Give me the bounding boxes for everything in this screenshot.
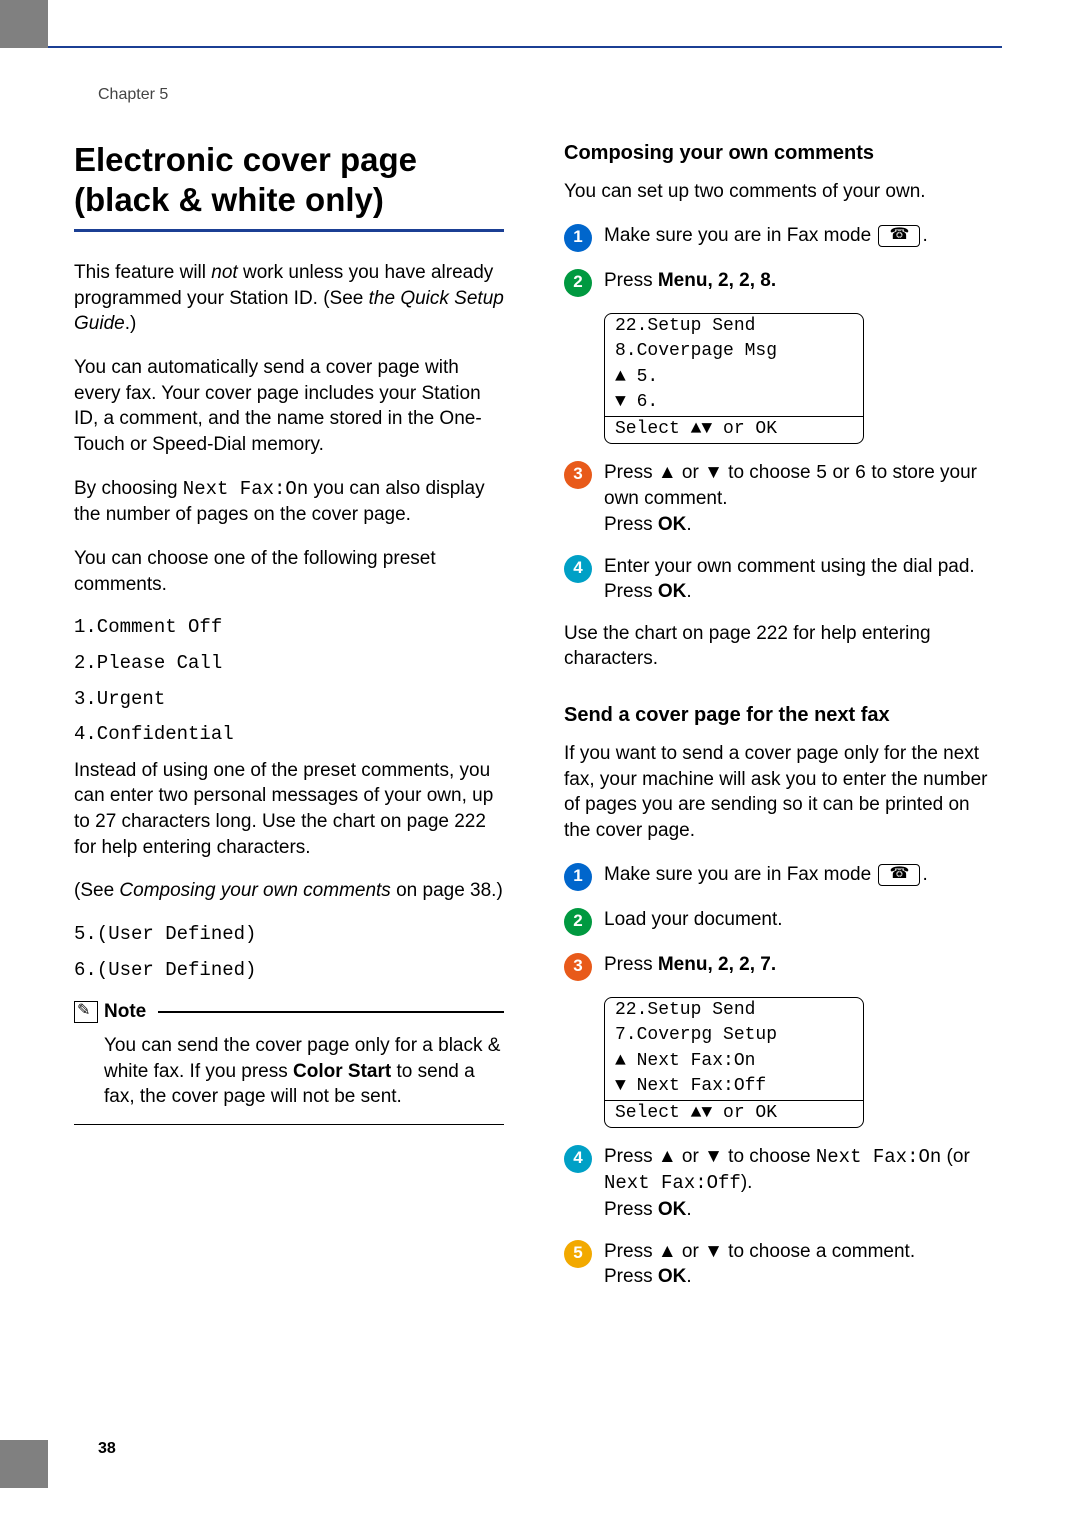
step-badge-4: 4 [564,555,592,583]
sec1-step4: 4 Enter your own comment using the dial … [564,554,994,605]
intro-p6: (See Composing your own comments on page… [74,878,504,904]
intro-p4: You can choose one of the following pres… [74,546,504,597]
sec1-step3: 3 Press ▲ or ▼ to choose 5 or 6 to store… [564,460,994,538]
note-head: Note [74,999,504,1025]
sec2-step3-body: Press Menu, 2, 2, 7. [604,952,994,978]
preset-1: 1.Comment Off [74,615,504,641]
sec1-step3-body: Press ▲ or ▼ to choose 5 or 6 to store y… [604,460,994,538]
sec1-step2-body: Press Menu, 2, 2, 8. [604,268,994,294]
step-badge-5: 5 [564,1240,592,1268]
step-badge-1b: 1 [564,863,592,891]
note-body: You can send the cover page only for a b… [74,1025,504,1124]
intro-p1: This feature will not work unless you ha… [74,260,504,337]
sec1-outro: Use the chart on page 222 for help enter… [564,621,994,672]
note-bottom-rule [74,1124,504,1125]
step-badge-3: 3 [564,461,592,489]
lcd-display-1: 22.Setup Send 8.Coverpage Msg ▲ 5. ▼ 6. … [604,313,864,444]
sec1-step2: 2 Press Menu, 2, 2, 8. [564,268,994,297]
manual-page: Chapter 5 Electronic cover page (black &… [0,0,1080,1526]
note-block: Note You can send the cover page only fo… [74,999,504,1125]
content-columns: Electronic cover page (black & white onl… [74,140,1002,1306]
step-badge-2b: 2 [564,908,592,936]
section-title: Electronic cover page (black & white onl… [74,140,504,219]
step-badge-3b: 3 [564,953,592,981]
sec2-step2: 2 Load your document. [564,907,994,936]
sec1-step1: 1 Make sure you are in Fax mode . [564,223,994,252]
sec1-step1-body: Make sure you are in Fax mode . [604,223,994,249]
title-underline [74,229,504,232]
sec1-intro: You can set up two comments of your own. [564,179,994,205]
intro-p3: By choosing Next Fax:On you can also dis… [74,476,504,528]
preset-2: 2.Please Call [74,651,504,677]
chapter-label: Chapter 5 [98,86,168,104]
intro-p5: Instead of using one of the preset comme… [74,758,504,861]
sec2-step4: 4 Press ▲ or ▼ to choose Next Fax:On (or… [564,1144,994,1223]
step-badge-2: 2 [564,269,592,297]
title-line1: Electronic cover page [74,141,417,178]
sec2-step1-body: Make sure you are in Fax mode . [604,862,994,888]
sec2-step1: 1 Make sure you are in Fax mode . [564,862,994,891]
sec2-step3: 3 Press Menu, 2, 2, 7. [564,952,994,981]
left-column: Electronic cover page (black & white onl… [74,140,504,1306]
preset-3: 3.Urgent [74,687,504,713]
header-rule [48,46,1002,48]
note-rule [158,1011,504,1013]
lcd1-l4: ▼ 6. [605,390,863,416]
note-title: Note [104,999,146,1025]
user-defined-5: 5.(User Defined) [74,922,504,948]
lcd1-l3: ▲ 5. [605,365,863,391]
sec1-title: Composing your own comments [564,140,994,167]
lcd1-l2: 8.Coverpage Msg [605,339,863,365]
sec1-step4-body: Enter your own comment using the dial pa… [604,554,994,605]
note-icon [74,1001,98,1023]
page-number: 38 [98,1440,116,1458]
sec2-step5: 5 Press ▲ or ▼ to choose a comment. Pres… [564,1239,994,1290]
lcd1-sel: Select ▲▼ or OK [605,416,863,443]
side-tab-bottom [0,1440,48,1488]
sec2-step4-body: Press ▲ or ▼ to choose Next Fax:On (or N… [604,1144,994,1223]
lcd2-l4: ▼ Next Fax:Off [605,1074,863,1100]
lcd2-l1: 22.Setup Send [605,998,863,1024]
sec2-step5-body: Press ▲ or ▼ to choose a comment. Press … [604,1239,994,1290]
title-line2: (black & white only) [74,181,384,218]
step-badge-1: 1 [564,224,592,252]
sec2-title: Send a cover page for the next fax [564,702,994,729]
preset-4: 4.Confidential [74,722,504,748]
lcd-display-2: 22.Setup Send 7.Coverpg Setup ▲ Next Fax… [604,997,864,1128]
side-tab-top [0,0,48,48]
sec2-intro: If you want to send a cover page only fo… [564,741,994,844]
lcd2-l3: ▲ Next Fax:On [605,1049,863,1075]
intro-p2: You can automatically send a cover page … [74,355,504,458]
sec2-step2-body: Load your document. [604,907,994,933]
fax-icon [878,864,920,886]
lcd2-l2: 7.Coverpg Setup [605,1023,863,1049]
step-badge-4b: 4 [564,1145,592,1173]
lcd1-l1: 22.Setup Send [605,314,863,340]
lcd2-sel: Select ▲▼ or OK [605,1100,863,1127]
user-defined-6: 6.(User Defined) [74,958,504,984]
right-column: Composing your own comments You can set … [564,140,994,1306]
fax-icon [878,225,920,247]
